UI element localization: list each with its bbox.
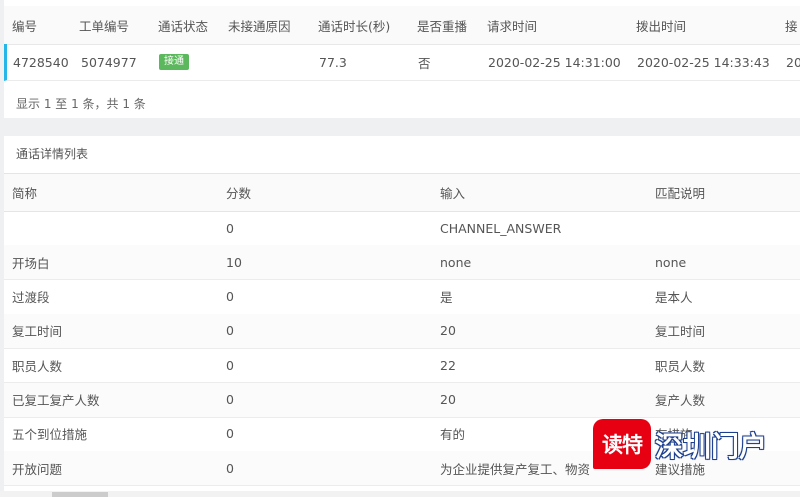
cell-duration: 77.3 <box>319 54 347 70</box>
table-row[interactable]: 过渡段 0 是 是本人 <box>4 280 800 315</box>
col-score[interactable]: 分数 <box>226 174 251 211</box>
cell-name: 职员人数 <box>12 358 63 374</box>
detail-table-header: 简称 分数 输入 匹配说明 <box>4 173 800 212</box>
cell-truncated: 20 <box>786 54 800 70</box>
col-match[interactable]: 匹配说明 <box>655 174 705 211</box>
cell-match: 复工时间 <box>655 324 706 340</box>
cell-name: 复工时间 <box>12 324 63 340</box>
cell-score: 0 <box>226 220 234 236</box>
cell-ticket: 5074977 <box>81 54 137 70</box>
table-row[interactable]: 4728540 5074977 接通 77.3 否 2020-02-25 14:… <box>4 44 800 81</box>
cell-id: 4728540 <box>13 54 69 70</box>
col-request-time[interactable]: 请求时间 <box>487 6 537 44</box>
detail-title: 通话详情列表 <box>16 147 89 161</box>
table-row[interactable]: 职员人数 0 22 职员人数 <box>4 348 800 384</box>
table-row[interactable]: 已复工复产人数 0 20 复产人数 <box>4 382 800 418</box>
cell-score: 0 <box>226 323 234 339</box>
watermark: 读特 深圳门户 <box>593 419 800 469</box>
col-truncated[interactable]: 接 <box>785 6 798 44</box>
cell-replay: 否 <box>418 55 431 71</box>
cell-name: 开场白 <box>12 255 50 271</box>
cell-input: 为企业提供复产复工、物资 <box>440 461 591 477</box>
cell-name: 已复工复产人数 <box>12 393 100 408</box>
col-reason[interactable]: 未接通原因 <box>228 6 291 44</box>
cell-score: 10 <box>226 254 242 270</box>
cell-match: 复产人数 <box>655 393 706 408</box>
col-status[interactable]: 通话状态 <box>158 6 208 44</box>
cell-input: 22 <box>440 357 456 373</box>
table-row[interactable]: 开场白 10 none none <box>4 245 800 281</box>
horizontal-scrollbar[interactable] <box>0 491 800 497</box>
status-badge: 接通 <box>159 54 189 70</box>
col-input[interactable]: 输入 <box>440 174 465 211</box>
col-ticket[interactable]: 工单编号 <box>79 6 129 44</box>
cell-input: none <box>440 254 472 270</box>
cell-input: 是 <box>440 290 453 306</box>
calls-table-header: 编号 工单编号 通话状态 未接通原因 通话时长(秒) 是否重播 请求时间 拨出时… <box>4 6 800 45</box>
cell-name: 开放问题 <box>12 461 63 477</box>
cell-match: 是本人 <box>655 290 693 306</box>
cell-request-time: 2020-02-25 14:31:00 <box>488 54 621 70</box>
watermark-text: 深圳门户 <box>655 430 768 463</box>
cell-name: 五个到位措施 <box>12 427 88 443</box>
cell-name: 过渡段 <box>12 290 50 306</box>
cell-status: 接通 <box>159 44 189 80</box>
cell-input: 20 <box>440 392 456 407</box>
col-id[interactable]: 编号 <box>12 6 37 44</box>
col-replay[interactable]: 是否重播 <box>417 6 467 44</box>
cell-input: 有的 <box>440 427 466 443</box>
col-duration[interactable]: 通话时长(秒) <box>318 6 390 44</box>
cell-score: 0 <box>226 357 234 373</box>
cell-score: 0 <box>226 392 234 407</box>
col-name[interactable]: 简称 <box>12 174 37 211</box>
dute-logo-icon: 读特 <box>593 419 651 469</box>
col-dial-time[interactable]: 拨出时间 <box>636 6 686 44</box>
table-row[interactable]: 0 CHANNEL_ANSWER <box>4 211 800 246</box>
cell-match: 职员人数 <box>655 358 706 374</box>
cell-input: CHANNEL_ANSWER <box>440 220 562 236</box>
cell-score: 0 <box>226 426 234 442</box>
cell-match: none <box>655 254 687 270</box>
table-row[interactable]: 复工时间 0 20 复工时间 <box>4 313 800 349</box>
cell-score: 0 <box>226 289 234 305</box>
pagination-info: 显示 1 至 1 条，共 1 条 <box>16 97 146 111</box>
cell-dial-time: 2020-02-25 14:33:43 <box>637 54 770 70</box>
cell-score: 0 <box>226 460 234 476</box>
calls-panel: 编号 工单编号 通话状态 未接通原因 通话时长(秒) 是否重播 请求时间 拨出时… <box>4 0 800 118</box>
scrollbar-thumb[interactable] <box>52 492 108 497</box>
cell-input: 20 <box>440 323 456 339</box>
